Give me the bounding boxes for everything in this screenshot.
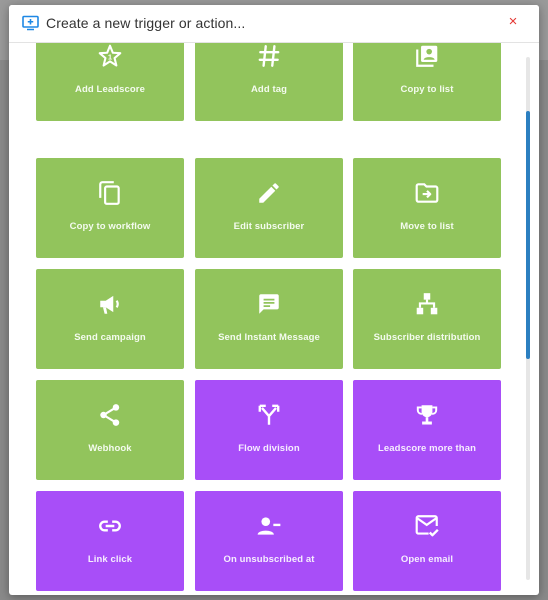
tile-copy-to-workflow[interactable]: Copy to workflow <box>36 158 184 258</box>
folder-move-icon <box>415 183 439 203</box>
tile-add-leadscore[interactable]: 1 Add Leadscore <box>36 43 184 121</box>
tile-link-click[interactable]: Link click <box>36 491 184 591</box>
megaphone-icon <box>100 295 119 314</box>
tile-label: Flow division <box>238 443 300 454</box>
trigger-action-grid: 1 Add Leadscore Add tag Copy to list Cop… <box>9 43 539 595</box>
tile-label: Link click <box>87 554 133 565</box>
tile-move-to-list[interactable]: Move to list <box>353 158 501 258</box>
tile-label: Webhook <box>88 443 132 454</box>
tile-send-instant-message[interactable]: Send Instant Message <box>195 269 343 369</box>
tile-send-campaign[interactable]: Send campaign <box>36 269 184 369</box>
share-icon <box>100 404 120 426</box>
tile-label: Send campaign <box>74 332 146 343</box>
pencil-icon <box>259 183 279 203</box>
tile-label: Add Leadscore <box>75 84 145 95</box>
copy-icon <box>99 181 120 205</box>
tile-label: Send Instant Message <box>218 332 320 343</box>
tile-label: Add tag <box>250 84 288 95</box>
tile-leadscore-more-than[interactable]: Leadscore more than <box>353 380 501 480</box>
merge-icon <box>258 404 280 425</box>
hierarchy-icon <box>416 293 438 315</box>
person-remove-icon <box>257 517 281 535</box>
tile-label: Copy to list <box>400 84 454 95</box>
tile-label: Move to list <box>400 221 454 232</box>
tile-copy-to-list[interactable]: Copy to list <box>353 43 501 121</box>
tile-label: On unsubscribed at <box>223 554 315 565</box>
contact-list-icon <box>416 45 438 67</box>
dialog-header: Create a new trigger or action... × <box>9 5 539 43</box>
tile-on-unsubscribed-at[interactable]: On unsubscribed at <box>195 491 343 591</box>
tile-subscriber-distribution[interactable]: Subscriber distribution <box>353 269 501 369</box>
message-icon <box>259 294 279 314</box>
dialog-title: Create a new trigger or action... <box>46 15 246 31</box>
svg-text:1: 1 <box>108 53 112 62</box>
tile-edit-subscriber[interactable]: Edit subscriber <box>195 158 343 258</box>
tile-open-email[interactable]: Open email <box>353 491 501 591</box>
add-to-screen-icon <box>22 15 39 31</box>
tile-add-tag[interactable]: Add tag <box>195 43 343 121</box>
close-button[interactable]: × <box>505 14 521 30</box>
tile-flow-division[interactable]: Flow division <box>195 380 343 480</box>
link-icon <box>99 520 121 532</box>
hashtag-icon <box>258 45 280 67</box>
star-icon: 1 <box>98 44 122 67</box>
create-trigger-dialog: Create a new trigger or action... × 1 Ad… <box>9 5 539 595</box>
tile-webhook[interactable]: Webhook <box>36 380 184 480</box>
tile-label: Leadscore more than <box>378 443 476 454</box>
mark-email-read-icon <box>415 515 439 537</box>
tile-label: Subscriber distribution <box>373 332 481 343</box>
trophy-icon <box>416 405 438 425</box>
tile-label: Edit subscriber <box>233 221 305 232</box>
scrollbar-thumb[interactable] <box>526 111 530 359</box>
tile-label: Open email <box>400 554 454 565</box>
tile-label: Copy to workflow <box>69 221 151 232</box>
